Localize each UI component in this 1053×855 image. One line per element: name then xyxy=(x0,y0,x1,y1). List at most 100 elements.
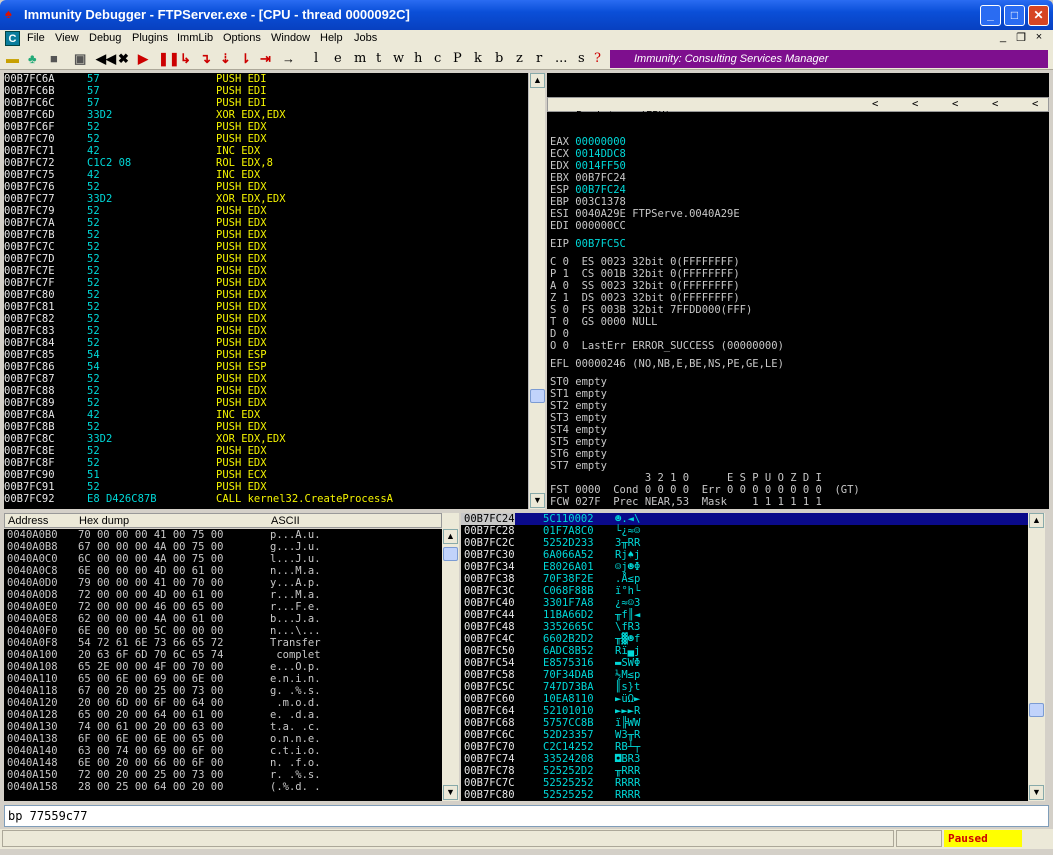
open-folder-icon[interactable]: ▬ xyxy=(6,51,19,66)
register-value[interactable]: 00B7FC5C xyxy=(575,238,626,250)
stack-row[interactable]: 00B7FC50 6ADC8B52 Rï▄j xyxy=(461,645,1028,657)
cpu-window-icon[interactable]: C xyxy=(5,31,20,46)
go-to-icon[interactable]: → xyxy=(282,51,295,66)
dump-col-hex[interactable]: Hex dump xyxy=(79,515,129,527)
toolbar-log-button[interactable]: l xyxy=(314,51,318,66)
menu-immlib[interactable]: ImmLib xyxy=(177,32,213,44)
flag-line[interactable]: D 0 xyxy=(550,328,569,340)
reg-prev-icon[interactable]: < xyxy=(1032,98,1038,110)
scroll-thumb[interactable] xyxy=(530,389,545,403)
dump-col-ascii[interactable]: ASCII xyxy=(271,515,300,527)
disasm-row[interactable]: 00B7FC77 33D2 XOR EDX,EDX xyxy=(4,193,528,205)
dump-row[interactable]: 0040A0D0 79 00 00 00 41 00 70 00 y...A.p. xyxy=(4,577,442,589)
dump-scrollbar[interactable]: ▲ ▼ xyxy=(442,513,459,801)
dump-row[interactable]: 0040A140 63 00 74 00 69 00 6F 00 c.t.i.o. xyxy=(4,745,442,757)
toolbar-references-button[interactable]: r xyxy=(536,51,542,66)
reg-prev-icon[interactable]: < xyxy=(872,98,878,110)
stack-scrollbar[interactable]: ▲ ▼ xyxy=(1028,513,1045,801)
disasm-row[interactable]: 00B7FC6C 57 PUSH EDI xyxy=(4,97,528,109)
disassembly-pane[interactable]: 00B7FC6A 57 PUSH EDI 00B7FC6B 57 PUSH EDI 00B7… xyxy=(4,73,528,509)
mdi-restore-button[interactable]: ❐ xyxy=(1013,31,1029,46)
register-value[interactable]: 000000CC xyxy=(575,220,626,232)
dump-row[interactable]: 0040A150 72 00 20 00 25 00 73 00 r. .%.s. xyxy=(4,769,442,781)
dump-row[interactable]: 0040A0C8 6E 00 00 00 4D 00 61 00 n...M.a. xyxy=(4,565,442,577)
stack-row[interactable]: 00B7FC48 3352665C \fR3 xyxy=(461,621,1028,633)
disasm-row[interactable]: 00B7FC70 52 PUSH EDX xyxy=(4,133,528,145)
toolbar-handles-button[interactable]: h xyxy=(414,51,422,66)
stack-row[interactable]: 00B7FC40 3301F7A8 ¿≈☺3 xyxy=(461,597,1028,609)
command-input[interactable]: bp 77559c77 xyxy=(4,805,1049,827)
trace-over-icon[interactable]: ⇂ xyxy=(240,51,251,67)
dump-row[interactable]: 0040A110 65 00 6E 00 69 00 6E 00 e.n.i.n. xyxy=(4,673,442,685)
disasm-row[interactable]: 00B7FC89 52 PUSH EDX xyxy=(4,397,528,409)
disasm-row[interactable]: 00B7FC7D 52 PUSH EDX xyxy=(4,253,528,265)
scroll-up-icon[interactable]: ▲ xyxy=(1029,513,1044,528)
fpu-register[interactable]: ST2 empty xyxy=(550,400,607,412)
stack-row[interactable]: 00B7FC58 70F34DAB ½M≤p xyxy=(461,669,1028,681)
stack-row[interactable]: 00B7FC3C C068F88B ï°h└ xyxy=(461,585,1028,597)
reg-prev-icon[interactable]: < xyxy=(992,98,998,110)
step-over-icon[interactable]: ↴ xyxy=(200,51,211,67)
stack-row[interactable]: 00B7FC70 C2C14252 RB┴┬ xyxy=(461,741,1028,753)
toolbar-executable-button[interactable]: e xyxy=(334,51,342,66)
register-value[interactable]: 0014DDC8 xyxy=(575,148,626,160)
toolbar-patches-button[interactable]: P xyxy=(453,51,462,66)
register-value[interactable]: 00000000 xyxy=(575,136,626,148)
flag-line[interactable]: P 1 CS 001B 32bit 0(FFFFFFFF) xyxy=(550,268,740,280)
rewind-icon[interactable]: ◀◀ xyxy=(96,51,116,67)
dump-row[interactable]: 0040A0C0 6C 00 00 00 4A 00 75 00 l...J.u. xyxy=(4,553,442,565)
flag-line[interactable]: O 0 LastErr ERROR_SUCCESS (00000000) xyxy=(550,340,784,352)
scroll-down-icon[interactable]: ▼ xyxy=(530,493,545,508)
dump-row[interactable]: 0040A118 67 00 20 00 25 00 73 00 g. .%.s. xyxy=(4,685,442,697)
disasm-row[interactable]: 00B7FC76 52 PUSH EDX xyxy=(4,181,528,193)
dump-row[interactable]: 0040A0D8 72 00 00 00 4D 00 61 00 r...M.a. xyxy=(4,589,442,601)
dump-row[interactable]: 0040A120 20 00 6D 00 6F 00 64 00 .m.o.d. xyxy=(4,697,442,709)
toolbar-z-button[interactable]: z xyxy=(516,51,523,66)
fpu-control-line[interactable]: FCW 027F Prec NEAR,53 Mask 1 1 1 1 1 1 xyxy=(550,496,822,508)
disasm-row[interactable]: 00B7FC6D 33D2 XOR EDX,EDX xyxy=(4,109,528,121)
disasm-row[interactable]: 00B7FC85 54 PUSH ESP xyxy=(4,349,528,361)
dump-row[interactable]: 0040A0F8 54 72 61 6E 73 66 65 72 Transfer xyxy=(4,637,442,649)
disasm-row[interactable]: 00B7FC6F 52 PUSH EDX xyxy=(4,121,528,133)
disasm-row[interactable]: 00B7FC81 52 PUSH EDX xyxy=(4,301,528,313)
toolbar-help-button[interactable]: ? xyxy=(594,51,601,66)
scroll-down-icon[interactable]: ▼ xyxy=(443,785,458,800)
disasm-row[interactable]: 00B7FC7F 52 PUSH EDX xyxy=(4,277,528,289)
stack-row[interactable]: 00B7FC38 70F38F2E .Å≤p xyxy=(461,573,1028,585)
dump-row[interactable]: 0040A130 74 00 61 00 20 00 63 00 t.a. .c. xyxy=(4,721,442,733)
stack-row[interactable]: 00B7FC6C 52D23357 W3╥R xyxy=(461,729,1028,741)
scroll-thumb[interactable] xyxy=(443,547,458,561)
stack-row[interactable]: 00B7FC28 01F7A8C0 └¿≈☺ xyxy=(461,525,1028,537)
disasm-row[interactable]: 00B7FC90 51 PUSH ECX xyxy=(4,469,528,481)
flag-line[interactable]: T 0 GS 0000 NULL xyxy=(550,316,657,328)
dump-row[interactable]: 0040A128 65 00 20 00 64 00 61 00 e. .d.a. xyxy=(4,709,442,721)
reg-prev-icon[interactable]: < xyxy=(952,98,958,110)
maximize-button[interactable]: □ xyxy=(1004,5,1025,26)
toolbar-more-button[interactable]: ... xyxy=(555,51,567,66)
scroll-up-icon[interactable]: ▲ xyxy=(530,73,545,88)
fpu-register[interactable]: ST3 empty xyxy=(550,412,607,424)
stack-row[interactable]: 00B7FC2C 5252D233 3╥RR xyxy=(461,537,1028,549)
scroll-down-icon[interactable]: ▼ xyxy=(1029,785,1044,800)
reg-prev-icon[interactable]: < xyxy=(912,98,918,110)
trace-into-icon[interactable]: ⇣ xyxy=(220,51,231,67)
pause-icon[interactable]: ❚❚ xyxy=(158,51,180,67)
disasm-row[interactable]: 00B7FC7C 52 PUSH EDX xyxy=(4,241,528,253)
stack-row[interactable]: 00B7FC68 5757CC8B ï╠WW xyxy=(461,717,1028,729)
fpu-register[interactable]: ST1 empty xyxy=(550,388,607,400)
disasm-row[interactable]: 00B7FC71 42 INC EDX xyxy=(4,145,528,157)
disasm-row[interactable]: 00B7FC7A 52 PUSH EDX xyxy=(4,217,528,229)
mdi-minimize-button[interactable]: _ xyxy=(995,31,1011,46)
disasm-row[interactable]: 00B7FC80 52 PUSH EDX xyxy=(4,289,528,301)
disasm-row[interactable]: 00B7FC7E 52 PUSH EDX xyxy=(4,265,528,277)
consulting-services-banner[interactable]: Immunity: Consulting Services Manager xyxy=(610,50,1048,68)
disasm-row[interactable]: 00B7FC87 52 PUSH EDX xyxy=(4,373,528,385)
stack-row[interactable]: 00B7FC5C 747D73BA ║s}t xyxy=(461,681,1028,693)
toolbar-callstack-button[interactable]: k xyxy=(474,51,482,66)
menu-jobs[interactable]: Jobs xyxy=(354,32,377,44)
flag-line[interactable]: C 0 ES 0023 32bit 0(FFFFFFFF) xyxy=(550,256,740,268)
dump-row[interactable]: 0040A138 6F 00 6E 00 6E 00 65 00 o.n.n.e. xyxy=(4,733,442,745)
dump-row[interactable]: 0040A0F0 6E 00 00 00 5C 00 00 00 n...\... xyxy=(4,625,442,637)
eflags-line[interactable]: EFL 00000246 (NO,NB,E,BE,NS,PE,GE,LE) xyxy=(550,358,784,370)
disasm-row[interactable]: 00B7FC7B 52 PUSH EDX xyxy=(4,229,528,241)
